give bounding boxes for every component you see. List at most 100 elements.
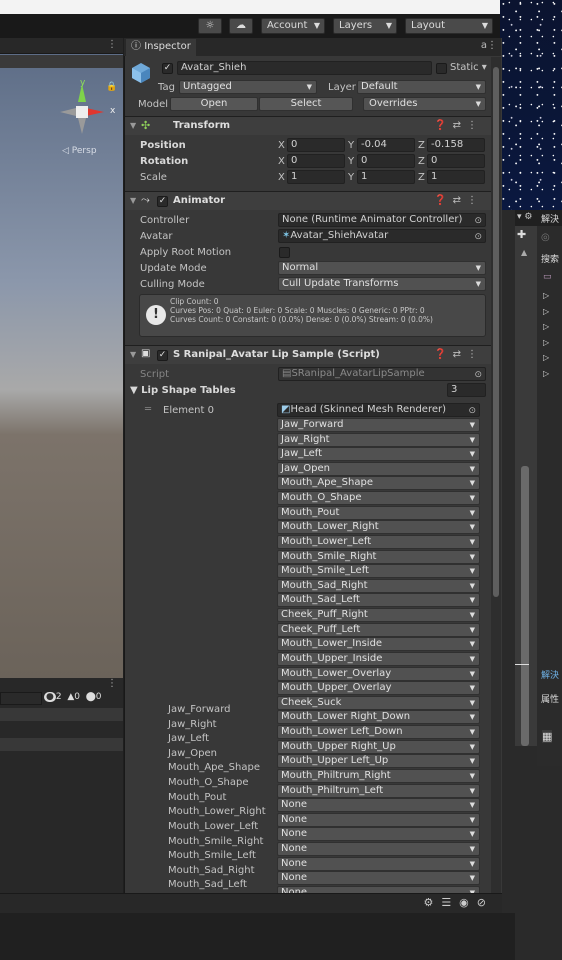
transform-header[interactable]: ▼ ✣ Transform ❓⇄⋮	[125, 116, 491, 135]
element-0-label[interactable]: Element 0	[163, 405, 214, 416]
scale-z-field[interactable]: 1	[427, 170, 485, 184]
blendshape-dropdown[interactable]: None ▼	[277, 841, 480, 856]
blendshape-dropdown[interactable]: Jaw_Left ▼	[277, 447, 480, 462]
blendshape-dropdown[interactable]: Mouth_Lower_Overlay ▼	[277, 666, 480, 681]
object-picker-icon[interactable]: ⊙	[474, 231, 482, 242]
blendshape-dropdown[interactable]: Mouth_Lower Left_Down ▼	[277, 725, 480, 740]
layers-dropdown[interactable]: Layers ▼	[333, 18, 397, 34]
overrides-dropdown[interactable]: Overrides ▼	[363, 97, 486, 111]
blendshape-dropdown[interactable]: None ▼	[277, 827, 480, 842]
blendshape-dropdown[interactable]: Mouth_Philtrum_Left ▼	[277, 783, 480, 798]
tables-count-field[interactable]: 3	[447, 383, 486, 397]
side-label-solve[interactable]: 解決	[541, 212, 559, 225]
static-checkbox[interactable]	[436, 63, 447, 74]
blendshape-dropdown[interactable]: Mouth_Upper Right_Up ▼	[277, 739, 480, 754]
side-label-search[interactable]: 搜索	[541, 252, 559, 265]
layout-dropdown[interactable]: Layout ▼	[405, 18, 493, 34]
rotation-y-label[interactable]: Y	[348, 156, 354, 167]
position-z-field[interactable]: -0.158	[427, 138, 485, 152]
blendshape-dropdown[interactable]: None ▼	[277, 812, 480, 827]
blendshape-dropdown[interactable]: Mouth_Sad_Left ▼	[277, 593, 480, 608]
move-icon[interactable]: ✚	[517, 228, 526, 241]
blendshape-dropdown[interactable]: Mouth_Sad_Right ▼	[277, 578, 480, 593]
object-picker-icon[interactable]: ⊙	[474, 215, 482, 226]
blendshape-dropdown[interactable]: Mouth_Lower_Right ▼	[277, 520, 480, 535]
sun-icon[interactable]: ☼	[198, 18, 222, 34]
blendshape-dropdown[interactable]: Mouth_Upper_Overlay ▼	[277, 681, 480, 696]
persp-label[interactable]: ◁ Persp	[62, 146, 97, 156]
lip-shape-tables-foldout[interactable]: ▼ Lip Shape Tables	[130, 385, 236, 396]
blendshape-dropdown[interactable]: Mouth_Philtrum_Right ▼	[277, 768, 480, 783]
status-icons[interactable]: ⚙☰◉⊘	[423, 896, 494, 909]
animator-enabled-checkbox[interactable]: ✓	[157, 196, 168, 207]
position-x-label[interactable]: X	[278, 140, 285, 151]
tab-inspector[interactable]: ⓘ Inspector	[126, 39, 196, 56]
side-label-solve-2[interactable]: 解決	[541, 668, 559, 681]
controller-field[interactable]: None (Runtime Animator Controller) ⊙	[278, 213, 486, 227]
console-search-input[interactable]	[0, 692, 42, 705]
component-icons[interactable]: ❓⇄⋮	[434, 195, 483, 206]
avatar-field[interactable]: ✶Avatar_ShiehAvatar ⊙	[278, 229, 486, 243]
component-icons[interactable]: ❓⇄⋮	[434, 349, 483, 360]
blendshape-dropdown[interactable]: Jaw_Right ▼	[277, 432, 480, 447]
side-scrollbar-thumb[interactable]	[521, 466, 529, 746]
scene-gizmo[interactable]: y x 🔒	[60, 78, 117, 135]
position-x-field[interactable]: 0	[287, 138, 345, 152]
active-checkbox[interactable]: ✓	[162, 63, 173, 74]
script-enabled-checkbox[interactable]: ✓	[157, 350, 168, 361]
scale-y-label[interactable]: Y	[348, 172, 354, 183]
circle-icon[interactable]: ◎	[541, 232, 550, 243]
renderer-field[interactable]: ◩Head (Skinned Mesh Renderer) ⊙	[277, 403, 480, 417]
blendshape-dropdown[interactable]: Mouth_Smile_Right ▼	[277, 549, 480, 564]
culling-mode-dropdown[interactable]: Cull Update Transforms ▼	[278, 277, 486, 291]
blendshape-dropdown[interactable]: Mouth_Upper Left_Up ▼	[277, 754, 480, 769]
tree-arrows[interactable]: ▷ ▷ ▷ ▷ ▷ ▷	[543, 288, 549, 381]
update-mode-dropdown[interactable]: Normal ▼	[278, 261, 486, 275]
console-row[interactable]	[0, 738, 123, 751]
blendshape-dropdown[interactable]: Jaw_Forward ▼	[277, 418, 480, 432]
rotation-x-label[interactable]: X	[278, 156, 285, 167]
blendshape-dropdown[interactable]: None ▼	[277, 856, 480, 871]
more-icon[interactable]: ⋮	[107, 39, 117, 50]
position-z-label[interactable]: Z	[418, 140, 425, 151]
select-button[interactable]: Select	[259, 97, 353, 111]
blendshape-dropdown[interactable]: Mouth_Pout ▼	[277, 505, 480, 520]
drag-handle-icon[interactable]: ═	[145, 404, 151, 415]
pin-icon[interactable]: ▾ ⚙	[517, 212, 532, 222]
rotation-y-field[interactable]: 0	[357, 154, 415, 168]
layer-dropdown[interactable]: Default ▼	[357, 80, 486, 94]
blendshape-dropdown[interactable]: None ▼	[277, 871, 480, 886]
blendshape-dropdown[interactable]: Cheek_Puff_Left ▼	[277, 622, 480, 637]
side-label-properties[interactable]: 属性	[541, 692, 559, 705]
blendshape-dropdown[interactable]: Cheek_Suck ▼	[277, 695, 480, 710]
foldout-icon[interactable]: ▼	[130, 350, 136, 359]
console-row[interactable]	[0, 708, 123, 721]
position-y-label[interactable]: Y	[348, 140, 354, 151]
blendshape-dropdown[interactable]: Mouth_Lower_Inside ▼	[277, 637, 480, 652]
position-y-field[interactable]: -0.04	[357, 138, 415, 152]
scale-x-label[interactable]: X	[278, 172, 285, 183]
blendshape-dropdown[interactable]: Mouth_O_Shape ▼	[277, 491, 480, 506]
foldout-icon[interactable]: ▼	[130, 121, 136, 130]
blendshape-dropdown[interactable]: Cheek_Puff_Right ▼	[277, 608, 480, 623]
rotation-z-label[interactable]: Z	[418, 156, 425, 167]
grid-icon[interactable]: ▦	[542, 730, 553, 743]
static-dropdown[interactable]: Static ▾	[450, 62, 487, 73]
blendshape-dropdown[interactable]: None ▼	[277, 798, 480, 813]
rotation-z-field[interactable]: 0	[427, 154, 485, 168]
scale-x-field[interactable]: 1	[287, 170, 345, 184]
blendshape-dropdown[interactable]: Jaw_Open ▼	[277, 461, 480, 476]
component-icons[interactable]: ❓⇄⋮	[434, 120, 483, 131]
blendshape-dropdown[interactable]: Mouth_Upper_Inside ▼	[277, 651, 480, 666]
more-icon[interactable]: ⋮	[487, 40, 497, 51]
lock-icon[interactable]: 🔒	[106, 82, 117, 92]
root-motion-checkbox[interactable]	[279, 247, 290, 258]
scroll-up-icon[interactable]: ▲	[521, 248, 527, 257]
scale-y-field[interactable]: 1	[357, 170, 415, 184]
rotation-x-field[interactable]: 0	[287, 154, 345, 168]
animator-header[interactable]: ▼ ⤳ ✓ Animator ❓⇄⋮	[125, 191, 491, 210]
cloud-icon[interactable]: ☁	[229, 18, 253, 34]
object-name-field[interactable]: Avatar_Shieh	[177, 61, 432, 75]
account-dropdown[interactable]: Account ▼	[261, 18, 325, 34]
blendshape-dropdown[interactable]: Mouth_Smile_Left ▼	[277, 564, 480, 579]
